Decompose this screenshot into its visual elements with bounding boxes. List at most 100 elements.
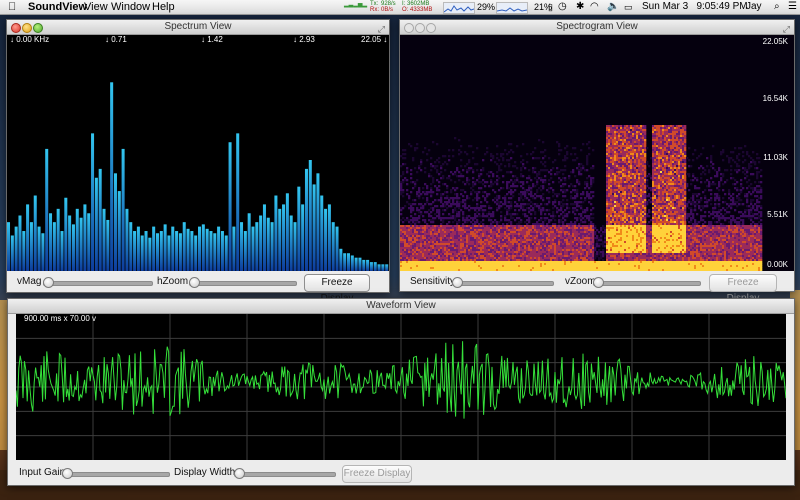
spectrum-bar <box>266 217 270 271</box>
clock[interactable]: Sun Mar 3 9:05:49 PM <box>642 0 748 14</box>
spectrum-bar <box>373 262 377 271</box>
user-menu[interactable]: Jay <box>746 0 762 14</box>
input-gain-slider-knob[interactable] <box>62 468 73 479</box>
spectrum-bar <box>136 226 140 271</box>
spectrum-bar <box>68 215 72 271</box>
display-width-slider-knob[interactable] <box>234 468 245 479</box>
freeze-display-button[interactable]: Freeze Display <box>304 274 370 304</box>
minimize-button-icon[interactable] <box>22 23 32 33</box>
spectrogram-y-label-4: 0.00K <box>767 260 788 269</box>
vzoom-slider-knob[interactable] <box>593 277 604 288</box>
display-width-slider[interactable] <box>234 472 336 477</box>
bluetooth-icon[interactable]: ✱ <box>576 0 584 14</box>
spectrum-bar <box>297 186 301 271</box>
net-rx-value: 0B/s <box>381 7 394 13</box>
sensitivity-slider[interactable] <box>452 281 554 286</box>
sensitivity-slider-knob[interactable] <box>452 277 463 288</box>
spectrum-bar <box>41 233 45 271</box>
fullscreen-icon[interactable]: ⤢ <box>378 22 385 36</box>
close-button-icon[interactable] <box>404 23 414 33</box>
spectrum-bar <box>14 226 18 271</box>
spectrum-bar <box>163 224 167 271</box>
spectrogram-y-label-0: 22.05K <box>762 37 788 46</box>
spectrogram-plot: 22.05K 16.54K 11.03K 5.51K 0.00K <box>400 35 794 271</box>
input-gain-label: Input Gain <box>19 467 66 478</box>
spectrum-bar <box>22 231 26 271</box>
freeze-display-button[interactable]: Freeze Display <box>709 274 777 304</box>
fullscreen-icon[interactable]: ⤢ <box>783 22 790 36</box>
vmag-label: vMag <box>17 276 42 287</box>
spectrum-bar <box>186 228 190 271</box>
spectrum-bar <box>167 235 171 271</box>
spectrum-bar <box>331 222 335 271</box>
volume-icon[interactable]: 🔈 <box>607 0 619 14</box>
spectrum-bar <box>49 213 53 271</box>
spectrum-titlebar[interactable]: Spectrum View ⤢ <box>7 20 389 35</box>
spectrum-bar <box>201 224 205 271</box>
spectrum-bar <box>228 142 232 271</box>
spectrum-bar <box>289 215 293 271</box>
spectrogram-y-label-3: 5.51K <box>767 210 788 219</box>
window-title: Waveform View <box>366 300 436 311</box>
minimize-button-icon[interactable] <box>415 23 425 33</box>
spectrum-bar <box>171 226 175 271</box>
spectrum-bar <box>178 233 182 271</box>
spectrum-bar <box>324 208 328 271</box>
spectrum-bar <box>194 235 198 271</box>
hzoom-slider-knob[interactable] <box>189 277 200 288</box>
app-menu[interactable]: SoundView <box>28 0 87 14</box>
close-button-icon[interactable] <box>11 23 21 33</box>
spectrum-bar <box>209 231 213 271</box>
spectrum-bar <box>346 253 350 271</box>
spectrum-bar <box>91 133 95 271</box>
battery-icon[interactable]: ▭ <box>624 0 633 14</box>
spectrum-bar <box>159 231 163 271</box>
menu-help[interactable]: Help <box>152 0 175 14</box>
spectrum-bar <box>29 222 33 271</box>
spectrum-bar <box>113 173 117 271</box>
network-monitor[interactable]: ▂▃▂▅▂ Tx: Rx: 928/s 0B/s I: 3602MB O: 43… <box>344 0 440 14</box>
spectrum-bar <box>358 257 362 271</box>
waveform-scale-caption: 900.00 ms x 70.00 v <box>24 314 97 323</box>
spectrum-bar <box>79 217 83 271</box>
spectrogram-window: Spectrogram View ⤢ 22.05K 16.54K 11.03K … <box>399 19 795 304</box>
apple-menu-icon[interactable]:  <box>8 0 16 14</box>
zoom-button-icon[interactable] <box>426 23 436 33</box>
display-width-label: Display Width <box>174 467 236 478</box>
spectrum-bar <box>369 262 373 271</box>
notification-center-icon[interactable]: ☰ <box>788 0 797 14</box>
vmag-slider-knob[interactable] <box>43 277 54 288</box>
spectrum-bar <box>190 231 194 271</box>
spectrum-bar <box>98 168 102 271</box>
spectrum-bar <box>285 193 289 271</box>
spectrum-bar <box>255 222 259 271</box>
spectrum-bar <box>278 208 282 271</box>
spectrum-bar <box>301 204 305 271</box>
spectrum-bar <box>282 204 286 271</box>
spotlight-search-icon[interactable]: ⌕ <box>774 0 780 14</box>
hzoom-label: hZoom <box>157 276 189 287</box>
wifi-icon[interactable]: ◠ <box>590 0 599 14</box>
window-title: Spectrogram View <box>556 21 638 32</box>
menu-window[interactable]: Window <box>111 0 150 14</box>
time-machine-icon[interactable]: ◷ <box>558 0 567 14</box>
spectrum-bar <box>182 222 186 271</box>
waveform-trace <box>16 314 786 460</box>
net-o-value: O: 4333MB <box>402 7 433 13</box>
vzoom-slider[interactable] <box>593 281 701 286</box>
spectrum-bar <box>56 208 60 271</box>
spectrogram-titlebar[interactable]: Spectrogram View ⤢ <box>400 20 794 35</box>
zoom-button-icon[interactable] <box>33 23 43 33</box>
sd-card-icon[interactable]: ▯ <box>548 0 553 14</box>
hzoom-slider[interactable] <box>189 281 297 286</box>
spectrum-bar <box>385 264 389 271</box>
menu-view[interactable]: View <box>84 0 108 14</box>
spectrum-bar <box>220 231 224 271</box>
window-title: Spectrum View <box>164 21 232 32</box>
waveform-titlebar[interactable]: Waveform View <box>8 299 794 314</box>
memory-graph-icon[interactable] <box>496 2 528 14</box>
input-gain-slider[interactable] <box>62 472 170 477</box>
freeze-display-button[interactable]: Freeze Display <box>342 465 412 483</box>
vmag-slider[interactable] <box>43 281 153 286</box>
cpu-graph-icon[interactable] <box>443 2 475 14</box>
